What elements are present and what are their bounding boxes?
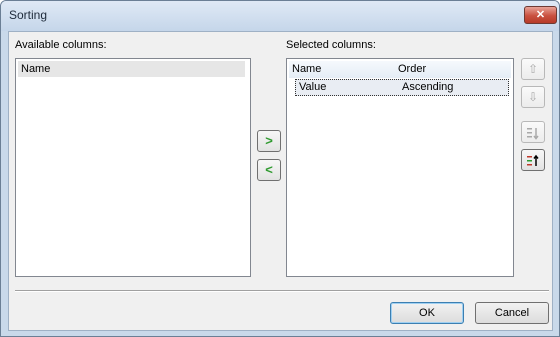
selected-columns-label: Selected columns: (286, 39, 376, 51)
close-button[interactable]: ✕ (524, 6, 557, 24)
arrow-left-icon: < (265, 162, 273, 177)
window-title: Sorting (9, 8, 48, 22)
arrow-down-icon: ⇩ (527, 90, 539, 104)
selected-columns-grid[interactable]: Name Order Value Ascending (286, 58, 514, 277)
list-item[interactable]: Name (18, 61, 245, 77)
arrow-right-icon: > (265, 133, 273, 148)
arrow-up-icon: ⇧ (527, 62, 539, 76)
cancel-button[interactable]: Cancel (475, 302, 549, 324)
list-item-label: Name (21, 63, 51, 75)
title-bar[interactable]: Sorting ✕ (1, 1, 559, 31)
available-columns-label: Available columns: (15, 39, 107, 51)
dialog-body: Available columns: Name > < Selected col… (8, 31, 553, 331)
divider (15, 290, 549, 292)
row-name-cell: Value (299, 81, 327, 93)
move-up-button[interactable]: ⇧ (521, 58, 545, 80)
column-header-order[interactable]: Order (398, 61, 426, 78)
available-columns-list[interactable]: Name (15, 58, 251, 277)
remove-column-button[interactable]: < (257, 159, 281, 181)
add-column-button[interactable]: > (257, 130, 281, 152)
grid-header: Name Order (289, 61, 511, 78)
sort-ascending-button[interactable] (521, 121, 545, 143)
row-order-cell[interactable]: Ascending (402, 80, 453, 95)
sort-descending-icon (526, 154, 540, 166)
table-row[interactable]: Value Ascending (295, 79, 509, 96)
sorting-dialog: Sorting ✕ Available columns: Name > < Se… (0, 0, 560, 337)
column-header-name[interactable]: Name (292, 61, 321, 78)
ok-button[interactable]: OK (390, 302, 464, 324)
move-down-button[interactable]: ⇩ (521, 86, 545, 108)
sort-descending-button[interactable] (521, 149, 545, 171)
close-icon: ✕ (535, 9, 546, 21)
sort-ascending-icon (526, 127, 540, 140)
